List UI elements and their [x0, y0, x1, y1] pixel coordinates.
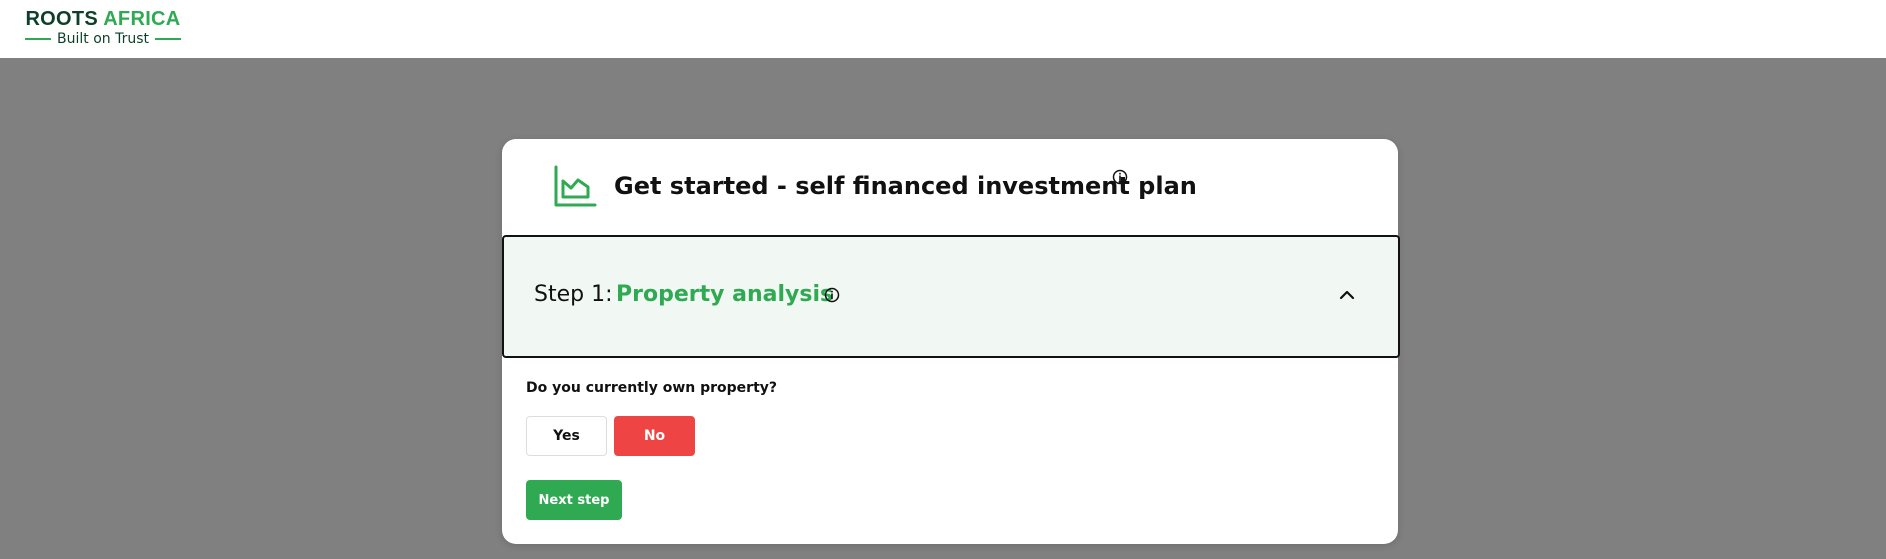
tagline-rule-right: [155, 38, 181, 40]
logo-tagline: Built on Trust: [57, 31, 149, 47]
next-step-button[interactable]: Next step: [526, 480, 622, 520]
info-icon[interactable]: [1112, 169, 1128, 185]
card-header: Get started - self financed investment p…: [502, 139, 1398, 235]
chevron-up-icon[interactable]: [1338, 286, 1356, 304]
logo-tagline-row: Built on Trust: [19, 31, 187, 47]
step-info-icon[interactable]: [824, 287, 840, 303]
tagline-rule-left: [25, 38, 51, 40]
step-number: Step 1:: [534, 282, 613, 307]
logo-title: ROOTS AFRICA: [19, 8, 187, 30]
yes-button[interactable]: Yes: [526, 416, 607, 456]
no-button[interactable]: No: [614, 416, 695, 456]
logo-accent: AFRICA: [103, 8, 181, 30]
investment-plan-card: Get started - self financed investment p…: [502, 139, 1400, 544]
step-1-accordion-header[interactable]: Step 1: Property analysis: [502, 235, 1400, 358]
step-title: Property analysis: [616, 282, 834, 307]
property-question: Do you currently own property?: [526, 380, 778, 396]
top-bar: ROOTS AFRICA Built on Trust: [0, 0, 1886, 58]
logo[interactable]: ROOTS AFRICA Built on Trust: [19, 8, 187, 48]
page-title: Get started - self financed investment p…: [614, 172, 1197, 200]
chart-icon: [554, 165, 597, 207]
logo-primary: ROOTS: [25, 8, 99, 30]
